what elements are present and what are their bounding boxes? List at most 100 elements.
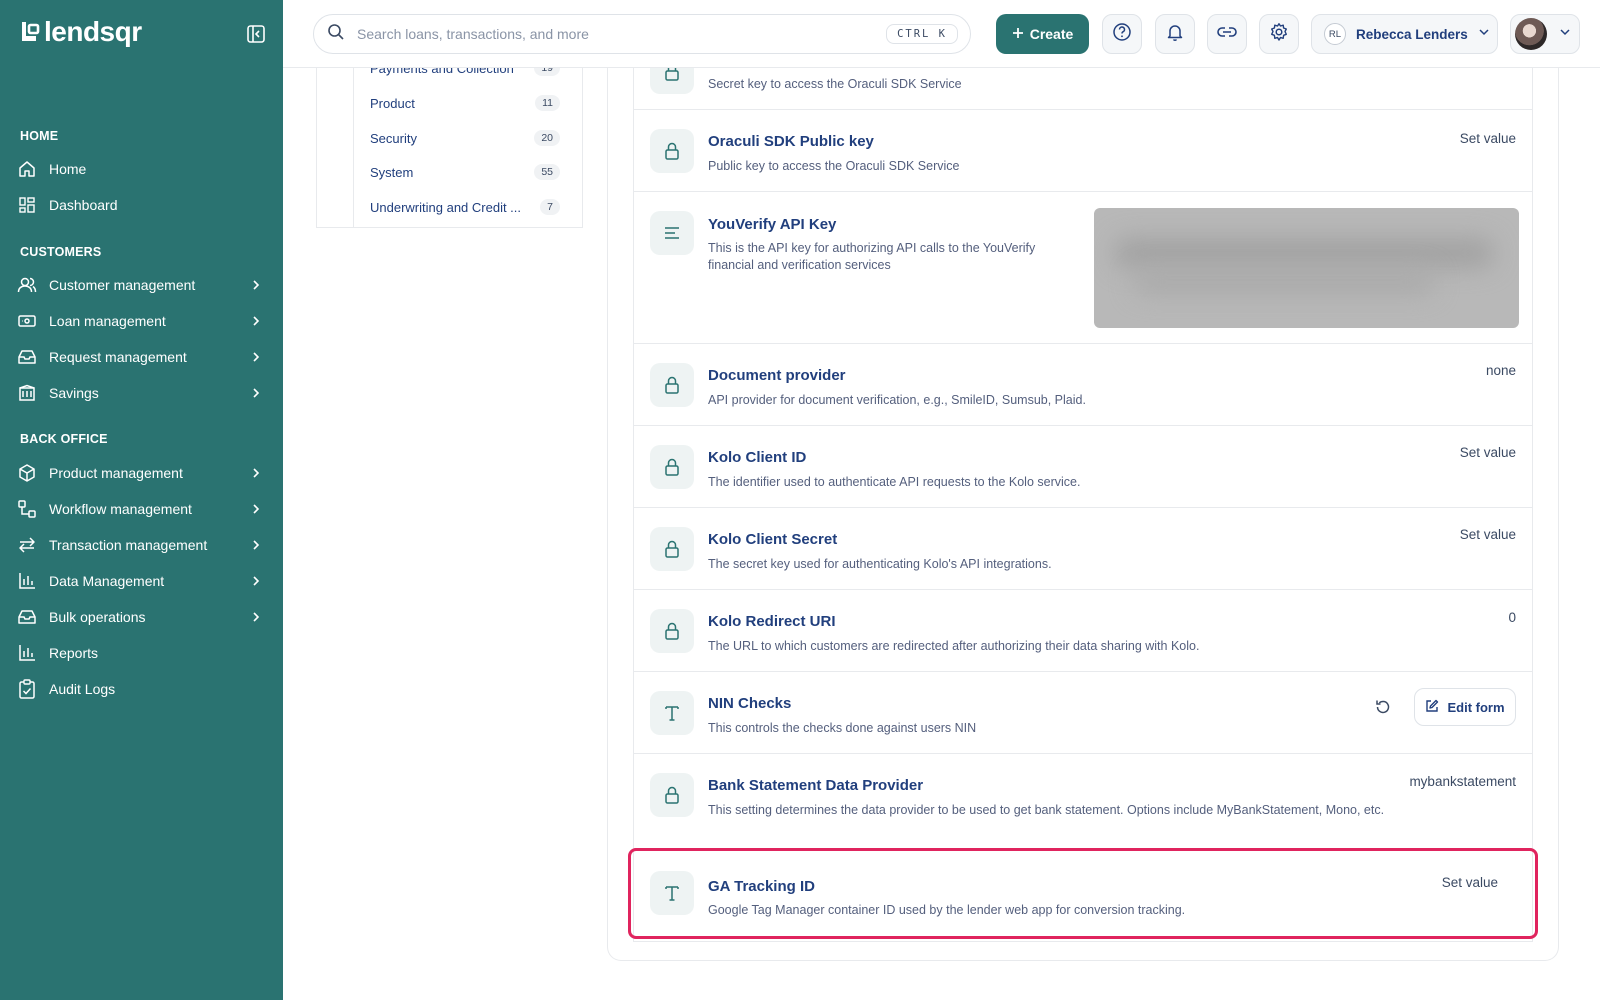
top-header: CTRL K Create RL Rebecca Lenders (283, 0, 1600, 68)
setting-value[interactable]: Set value (1442, 875, 1498, 890)
bar-chart-icon (17, 571, 37, 591)
edit-form-button[interactable]: Edit form (1414, 688, 1516, 726)
redacted-value-image (1094, 208, 1519, 328)
search-bar[interactable]: CTRL K (313, 14, 971, 54)
category-item[interactable]: Security 20 (370, 126, 560, 150)
chevron-right-icon (249, 386, 263, 400)
sidebar-item-workflow-management[interactable]: Workflow management (17, 494, 267, 524)
setting-description: This is the API key for authorizing API … (708, 241, 1036, 272)
settings-button[interactable] (1259, 14, 1299, 54)
box-icon (17, 463, 37, 483)
lock-icon (650, 129, 694, 173)
sidebar-item-product-management[interactable]: Product management (17, 458, 267, 488)
collapse-sidebar-icon[interactable] (246, 24, 266, 44)
home-icon (17, 159, 37, 179)
category-item[interactable]: Underwriting and Credit ... 7 (370, 195, 560, 219)
sidebar-item-label: Product management (49, 465, 183, 481)
notifications-button[interactable] (1155, 14, 1195, 54)
money-icon (17, 311, 37, 331)
sidebar-item-home[interactable]: Home (17, 154, 267, 184)
sidebar-item-label: Dashboard (49, 197, 118, 213)
setting-row-kolo-client-id[interactable]: Kolo Client ID The identifier used to au… (634, 426, 1532, 508)
category-item[interactable]: Product 11 (370, 91, 560, 115)
setting-value[interactable]: none (1486, 363, 1516, 378)
setting-row-ga-tracking-id[interactable]: GA Tracking ID Google Tag Manager contai… (634, 849, 1532, 937)
user-name: Rebecca Lenders (1356, 26, 1468, 42)
setting-row-oraculi-public-key[interactable]: Oraculi SDK Public key Public key to acc… (634, 110, 1532, 192)
setting-row-bank-statement-provider[interactable]: Bank Statement Data Provider This settin… (634, 754, 1532, 849)
sidebar-item-transaction-management[interactable]: Transaction management (17, 530, 267, 560)
user-menu-button[interactable]: RL Rebecca Lenders (1311, 14, 1498, 54)
category-item[interactable]: System 55 (370, 160, 560, 184)
setting-row-nin-checks[interactable]: NIN Checks This controls the checks done… (634, 672, 1532, 754)
help-button[interactable] (1102, 14, 1142, 54)
setting-title: Document provider (708, 367, 846, 384)
chevron-right-icon (249, 314, 263, 328)
lock-icon (650, 363, 694, 407)
gear-icon (1269, 22, 1289, 47)
sidebar-item-customer-management[interactable]: Customer management (17, 270, 267, 300)
setting-row-youverify-api-key[interactable]: YouVerify API Key This is the API key fo… (634, 192, 1532, 344)
sidebar-item-label: Savings (49, 385, 99, 401)
setting-value[interactable]: Set value (1460, 131, 1516, 146)
link-icon (1216, 25, 1238, 44)
setting-title: Oraculi SDK Public key (708, 133, 874, 150)
search-input[interactable] (357, 26, 887, 42)
settings-category-list: Payments and Collection 19 Product 11 Se… (353, 68, 563, 228)
chevron-right-icon (249, 350, 263, 364)
category-label: Underwriting and Credit ... (370, 199, 522, 215)
setting-value[interactable]: Set value (1460, 445, 1516, 460)
nav-section-customers: CUSTOMERS (20, 245, 102, 259)
chevron-right-icon (249, 610, 263, 624)
setting-description: The URL to which customers are redirecte… (708, 639, 1200, 653)
edit-icon (1425, 699, 1439, 716)
text-t-icon (650, 871, 694, 915)
setting-row-kolo-client-secret[interactable]: Kolo Client Secret The secret key used f… (634, 508, 1532, 590)
sidebar-item-loan-management[interactable]: Loan management (17, 306, 267, 336)
setting-value[interactable]: mybankstatement (1409, 774, 1516, 789)
lock-icon (650, 445, 694, 489)
setting-description: Google Tag Manager container ID used by … (708, 903, 1186, 917)
setting-description: The secret key used for authenticating K… (708, 557, 1052, 571)
brand-name: lendsqr (44, 16, 142, 47)
text-t-icon (650, 691, 694, 735)
sidebar-item-request-management[interactable]: Request management (17, 342, 267, 372)
sidebar-item-audit-logs[interactable]: Audit Logs (17, 674, 267, 704)
sidebar-item-bulk-operations[interactable]: Bulk operations (17, 602, 267, 632)
profile-menu-button[interactable] (1510, 14, 1580, 54)
reset-icon[interactable] (1374, 698, 1392, 716)
nav-section-back-office: BACK OFFICE (20, 432, 108, 446)
create-button-label: Create (1029, 26, 1074, 42)
inbox-icon (17, 607, 37, 627)
brand-logo[interactable]: lendsqr (20, 16, 142, 48)
category-count: 55 (534, 164, 560, 180)
sidebar-item-dashboard[interactable]: Dashboard (17, 190, 267, 220)
chevron-down-icon (1559, 25, 1571, 43)
chevron-right-icon (249, 278, 263, 292)
setting-value[interactable]: 0 (1508, 610, 1516, 625)
sidebar-item-label: Data Management (49, 573, 165, 589)
setting-title: NIN Checks (708, 695, 792, 712)
sidebar-item-label: Reports (49, 645, 99, 661)
setting-row-oraculi-secret[interactable]: Secret key to access the Oraculi SDK Ser… (634, 68, 1532, 110)
setting-description: API provider for document verification, … (708, 393, 1086, 407)
link-button[interactable] (1207, 14, 1247, 54)
setting-row-document-provider[interactable]: Document provider API provider for docum… (634, 344, 1532, 426)
chevron-right-icon (249, 574, 263, 588)
sidebar-item-data-management[interactable]: Data Management (17, 566, 267, 596)
setting-description: This controls the checks done against us… (708, 721, 977, 735)
lendsqr-logo-icon (20, 21, 40, 43)
create-button[interactable]: Create (996, 14, 1089, 54)
search-shortcut-badge: CTRL K (886, 24, 958, 44)
setting-title: Kolo Client ID (708, 449, 807, 466)
help-icon (1112, 22, 1132, 47)
text-lines-icon (650, 211, 694, 255)
chevron-down-icon (1478, 25, 1490, 43)
setting-value[interactable]: Set value (1460, 527, 1516, 542)
inbox-icon (17, 347, 37, 367)
setting-title: Bank Statement Data Provider (708, 777, 924, 794)
sidebar-item-reports[interactable]: Reports (17, 638, 267, 668)
sidebar-item-label: Request management (49, 349, 187, 365)
sidebar-item-savings[interactable]: Savings (17, 378, 267, 408)
setting-row-kolo-redirect-uri[interactable]: Kolo Redirect URI The URL to which custo… (634, 590, 1532, 672)
